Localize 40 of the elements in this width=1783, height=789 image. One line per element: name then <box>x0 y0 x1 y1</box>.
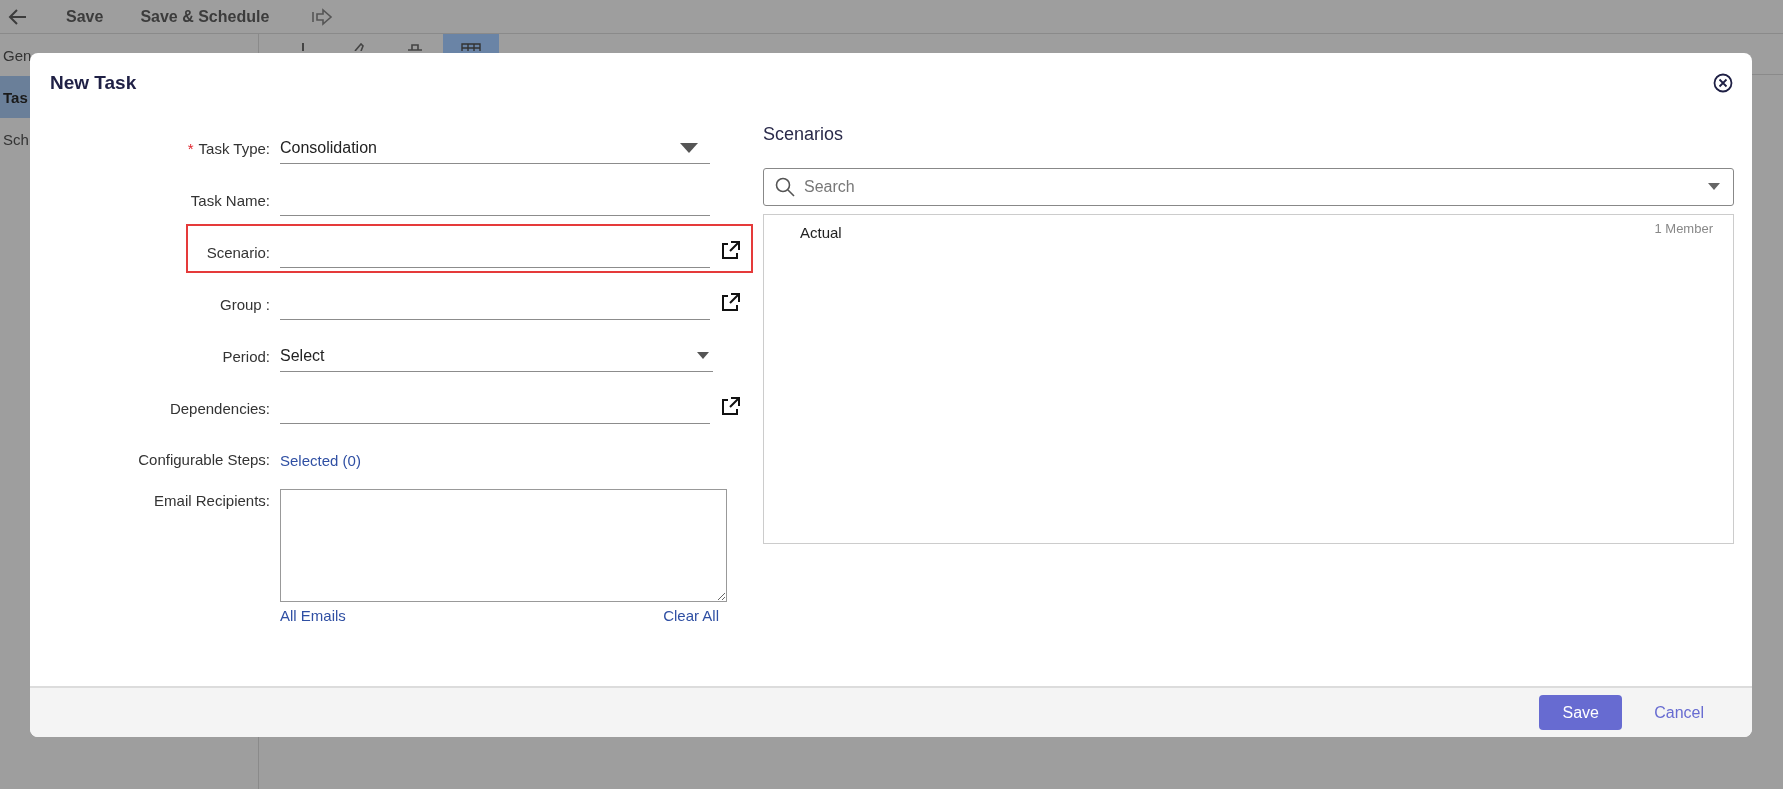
selected-steps-link[interactable]: Selected (0) <box>280 451 361 469</box>
forward-arrow-icon[interactable] <box>311 6 334 27</box>
field-label: Configurable Steps: <box>138 450 270 470</box>
field-label: Task Type: <box>198 139 270 159</box>
dropdown-caret-icon <box>1708 183 1720 190</box>
close-icon[interactable] <box>1713 73 1733 93</box>
scenario-name[interactable]: Actual <box>800 224 842 241</box>
field-label: Group : <box>219 295 270 315</box>
dropdown-caret-icon <box>697 352 709 359</box>
toolbar-button[interactable]: Save <box>66 7 104 26</box>
plus-icon <box>301 43 305 51</box>
external-link-icon[interactable] <box>719 292 741 314</box>
grid-icon <box>461 43 481 51</box>
email-link[interactable]: Clear All <box>663 607 719 624</box>
panel-title: Scenarios <box>763 124 845 146</box>
back-arrow-icon[interactable] <box>8 6 28 27</box>
field-label: Email Recipients: <box>154 491 270 511</box>
dropdown-value: Consolidation <box>280 138 377 157</box>
cancel-button[interactable]: Cancel <box>1654 703 1704 722</box>
dropdown-value: Select <box>280 346 325 365</box>
field-label: Dependencies: <box>169 399 270 419</box>
trash-icon <box>407 43 423 51</box>
save-button[interactable]: Save <box>1539 695 1623 730</box>
search-icon <box>775 177 795 197</box>
dropdown-field[interactable]: Select <box>280 342 713 372</box>
dropdown-field[interactable]: Consolidation <box>280 134 710 164</box>
field-label: Task Name: <box>190 191 270 211</box>
external-link-icon[interactable] <box>719 396 741 418</box>
dropdown-caret-icon <box>680 142 698 153</box>
search-field[interactable]: Search <box>763 168 1734 206</box>
dialog-title: New Task <box>50 72 137 94</box>
pencil-icon <box>354 43 364 51</box>
field-label: Period: <box>222 347 270 367</box>
member-count: 1 Member <box>1654 221 1713 238</box>
email-link[interactable]: All Emails <box>280 607 346 624</box>
toolbar-button[interactable]: Save & Schedule <box>140 7 270 26</box>
email-recipients-field[interactable] <box>280 489 727 602</box>
external-link-icon[interactable] <box>719 240 741 262</box>
field-label: Scenario: <box>206 243 270 263</box>
required-asterisk: * <box>187 139 194 159</box>
